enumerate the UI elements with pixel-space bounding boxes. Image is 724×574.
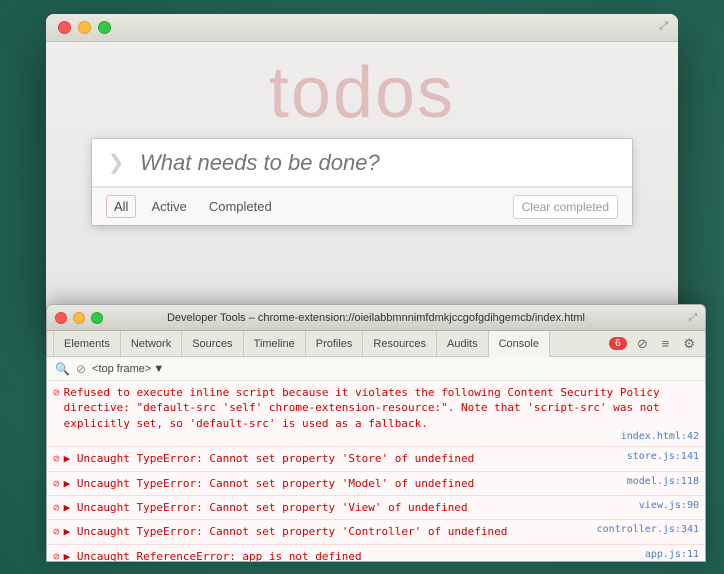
console-error-app: ⊘ ▶ Uncaught ReferenceError: app is not … bbox=[47, 545, 705, 562]
model-error-link[interactable]: model.js:118 bbox=[617, 476, 699, 487]
devtools-tabs: Elements Network Sources Timeline Profil… bbox=[47, 331, 705, 357]
app-content: todos ❯ All Active Completed Clear compl… bbox=[46, 42, 678, 314]
console-error-csp: ⊘ Refused to execute inline script becau… bbox=[47, 381, 705, 447]
csp-error-row: Refused to execute inline script because… bbox=[64, 385, 699, 431]
csp-error-link[interactable]: index.html:42 bbox=[611, 431, 699, 442]
devtools-minimize-button[interactable] bbox=[73, 312, 85, 324]
devtools-close-button[interactable] bbox=[55, 312, 67, 324]
tab-network[interactable]: Network bbox=[121, 331, 182, 357]
devtools-traffic-lights bbox=[55, 312, 103, 324]
toggle-all-button[interactable]: ❯ bbox=[92, 139, 140, 187]
filter-completed[interactable]: Completed bbox=[202, 196, 279, 217]
filter-logs-icon[interactable]: ⊘ bbox=[76, 362, 86, 376]
clear-completed-button[interactable]: Clear completed bbox=[513, 195, 618, 219]
devtools-title: Developer Tools – chrome-extension://oie… bbox=[167, 312, 585, 324]
filter-links: All Active Completed bbox=[106, 195, 279, 218]
clear-console-icon[interactable]: ⊘ bbox=[633, 334, 652, 354]
devtools-expand-icon[interactable]: ⤢ bbox=[689, 312, 697, 323]
tab-console[interactable]: Console bbox=[489, 331, 550, 357]
error-icon-view: ⊘ bbox=[53, 501, 60, 514]
model-error-text: ▶ Uncaught TypeError: Cannot set propert… bbox=[64, 476, 617, 491]
console-error-model: ⊘ ▶ Uncaught TypeError: Cannot set prope… bbox=[47, 472, 705, 496]
app-error-link[interactable]: app.js:11 bbox=[635, 549, 699, 560]
tab-resources[interactable]: Resources bbox=[363, 331, 437, 357]
error-icon-app: ⊘ bbox=[53, 550, 60, 562]
tab-elements[interactable]: Elements bbox=[53, 331, 121, 357]
error-icon-csp: ⊘ bbox=[53, 386, 60, 399]
view-error-link[interactable]: view.js:90 bbox=[629, 500, 699, 511]
store-error-text: ▶ Uncaught TypeError: Cannot set propert… bbox=[64, 451, 617, 466]
devtools-toolbar: 🔍 ⊘ <top frame> ▼ bbox=[47, 357, 705, 381]
csp-error-text: Refused to execute inline script because… bbox=[64, 385, 699, 431]
traffic-lights bbox=[58, 21, 111, 34]
search-icon[interactable]: 🔍 bbox=[55, 362, 70, 376]
app-title: todos bbox=[269, 52, 455, 134]
devtools-tab-actions: 6 ⊘ ≡ ⚙ bbox=[609, 334, 699, 354]
filter-icon[interactable]: ≡ bbox=[658, 334, 674, 353]
close-button[interactable] bbox=[58, 21, 71, 34]
console-error-store: ⊘ ▶ Uncaught TypeError: Cannot set prope… bbox=[47, 447, 705, 471]
controller-error-link[interactable]: controller.js:341 bbox=[587, 524, 699, 535]
filter-all[interactable]: All bbox=[106, 195, 136, 218]
todo-input[interactable] bbox=[140, 139, 632, 187]
console-error-controller: ⊘ ▶ Uncaught TypeError: Cannot set prope… bbox=[47, 520, 705, 544]
tab-profiles[interactable]: Profiles bbox=[306, 331, 364, 357]
error-icon-controller: ⊘ bbox=[53, 525, 60, 538]
tab-sources[interactable]: Sources bbox=[182, 331, 243, 357]
input-row: ❯ bbox=[92, 139, 632, 187]
tab-audits[interactable]: Audits bbox=[437, 331, 489, 357]
error-icon-model: ⊘ bbox=[53, 477, 60, 490]
devtools-maximize-button[interactable] bbox=[91, 312, 103, 324]
controller-error-text: ▶ Uncaught TypeError: Cannot set propert… bbox=[64, 524, 587, 539]
store-error-link[interactable]: store.js:141 bbox=[617, 451, 699, 462]
console-body: ⊘ Refused to execute inline script becau… bbox=[47, 381, 705, 562]
view-error-text: ▶ Uncaught TypeError: Cannot set propert… bbox=[64, 500, 629, 515]
title-bar: ⤢ bbox=[46, 14, 678, 42]
frame-dropdown-icon[interactable]: ▼ bbox=[153, 363, 164, 375]
minimize-button[interactable] bbox=[78, 21, 91, 34]
frame-selector[interactable]: <top frame> ▼ bbox=[92, 363, 164, 375]
todo-section: ❯ All Active Completed Clear completed bbox=[92, 139, 632, 225]
devtools-titlebar: Developer Tools – chrome-extension://oie… bbox=[47, 305, 705, 331]
app-window: ⤢ todos ❯ All Active Completed Clear com… bbox=[46, 14, 678, 314]
tab-timeline[interactable]: Timeline bbox=[244, 331, 306, 357]
error-count-badge: 6 bbox=[609, 337, 627, 350]
error-icon-store: ⊘ bbox=[53, 452, 60, 465]
settings-icon[interactable]: ⚙ bbox=[679, 334, 699, 354]
app-error-text: ▶ Uncaught ReferenceError: app is not de… bbox=[64, 549, 635, 562]
devtools-window: Developer Tools – chrome-extension://oie… bbox=[46, 304, 706, 562]
frame-label: <top frame> bbox=[92, 363, 151, 375]
filter-bar: All Active Completed Clear completed bbox=[92, 187, 632, 225]
maximize-button[interactable] bbox=[98, 21, 111, 34]
expand-icon[interactable]: ⤢ bbox=[659, 20, 668, 33]
filter-active[interactable]: Active bbox=[144, 196, 193, 217]
console-error-view: ⊘ ▶ Uncaught TypeError: Cannot set prope… bbox=[47, 496, 705, 520]
